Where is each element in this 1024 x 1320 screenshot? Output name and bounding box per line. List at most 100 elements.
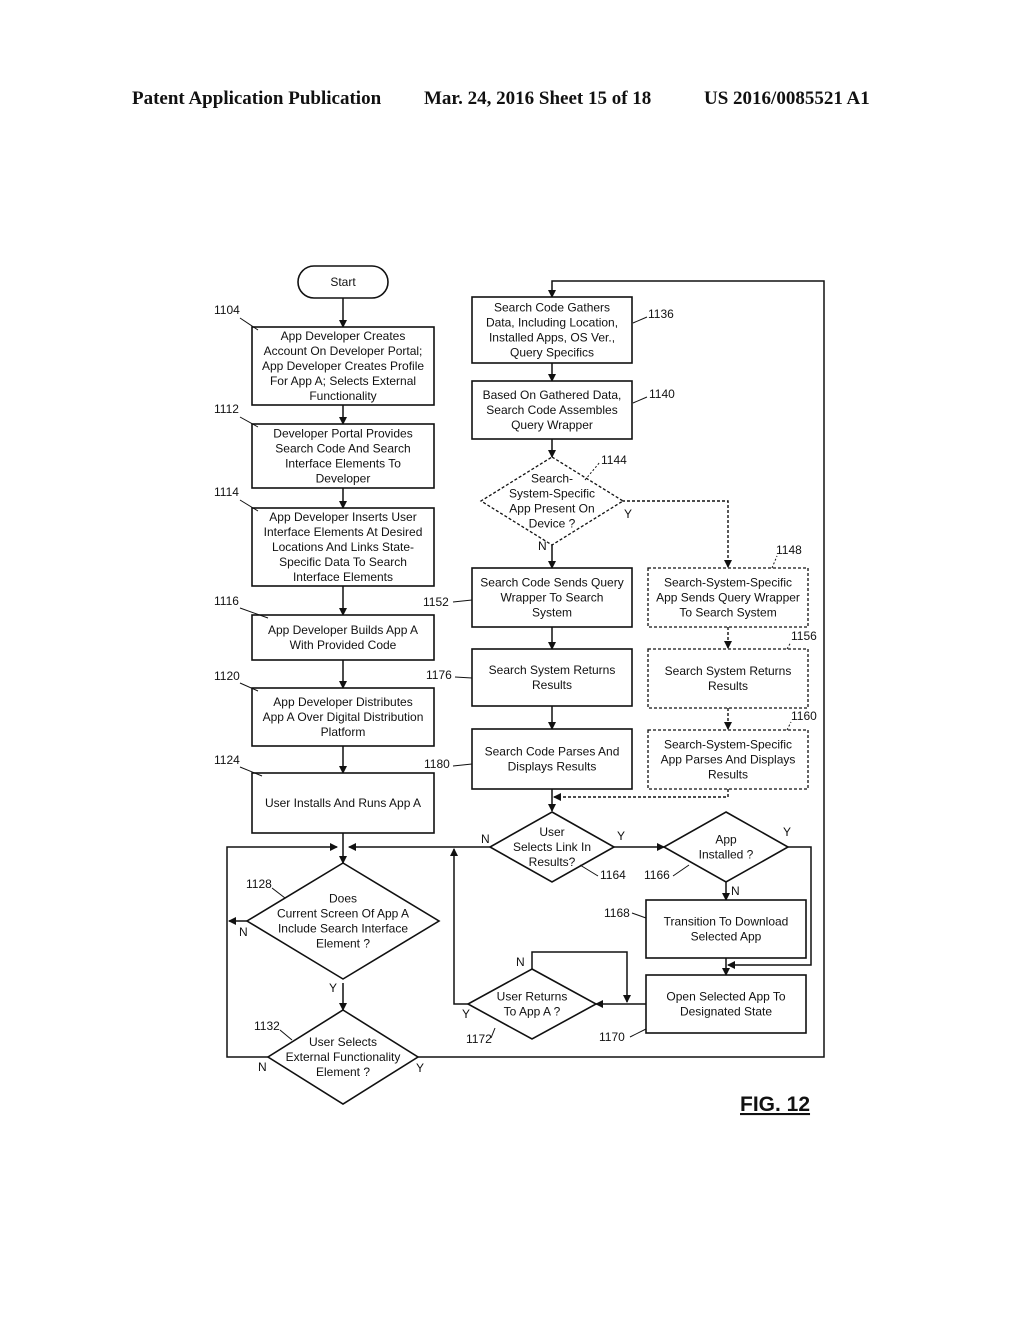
node-text-line: Start	[330, 275, 356, 289]
label-1164-no: N	[481, 832, 490, 846]
node-text-line: Specific Data To Search	[279, 555, 407, 569]
node-text-line: Wrapper To Search	[501, 591, 604, 605]
leader-line	[279, 1029, 293, 1041]
node-text-line: Results	[708, 768, 748, 782]
reference-numeral: 1124	[214, 753, 240, 767]
label-1172-yes: Y	[462, 1007, 470, 1021]
node-text-line: Developer Portal Provides	[273, 427, 412, 441]
leader-line	[629, 1028, 647, 1038]
node-text-line: Transition To Download	[664, 915, 789, 929]
node-1120: App Developer DistributesApp A Over Digi…	[214, 669, 435, 747]
reference-numeral: 1144	[601, 453, 627, 467]
node-text-line: Search System Returns	[489, 663, 616, 677]
leader-line	[786, 641, 792, 650]
node-1128: DoesCurrent Screen Of App AInclude Searc…	[245, 862, 441, 980]
leader-line	[239, 317, 259, 331]
node-text-line: Interface Elements At Desired	[264, 525, 423, 539]
label-1128-yes: Y	[329, 981, 337, 995]
node-text-line: Search Code Sends Query	[480, 576, 623, 590]
leader-line	[632, 316, 648, 324]
nodes: Start App Developer CreatesAccount On Dev…	[214, 265, 817, 1105]
node-1164: UserSelects Link InResults? 1164	[488, 811, 626, 883]
reference-numeral: 1170	[599, 1030, 625, 1044]
node-text-line: App Present On	[509, 502, 594, 516]
node-text-line: To Search System	[679, 606, 776, 620]
node-1124: User Installs And Runs App A 1124	[214, 753, 435, 834]
label-1166-yes: Y	[783, 825, 791, 839]
node-text-line: App Developer Creates Profile	[262, 359, 424, 373]
label-1132-no: N	[258, 1060, 267, 1074]
node-text-line: Search System Returns	[665, 664, 792, 678]
node-text-line: Element ?	[316, 937, 370, 951]
node-text-line: Results	[532, 678, 572, 692]
node-text-line: Developer	[316, 472, 371, 486]
label-1172-no: N	[516, 955, 525, 969]
node-text-line: To App A ?	[504, 1005, 561, 1019]
node-text-line: Search Code Gathers	[494, 301, 610, 315]
node-1112: Developer Portal ProvidesSearch Code And…	[214, 402, 435, 489]
node-text-line: App Developer Creates	[281, 329, 406, 343]
node-text-line: System-Specific	[509, 487, 595, 501]
reference-numeral: 1148	[776, 543, 802, 557]
node-text-line: App Developer Inserts User	[269, 510, 416, 524]
node-1172: User ReturnsTo App A ? 1172	[466, 968, 598, 1046]
node-text-line: User Installs And Runs App A	[265, 796, 421, 810]
leader-line	[771, 555, 778, 569]
figure-label: FIG. 12	[740, 1093, 810, 1116]
node-text-line: App A Over Digital Distribution	[263, 710, 424, 724]
reference-numeral: 1116	[214, 594, 239, 608]
node-text-line: User	[539, 825, 564, 839]
node-text-line: Search Code And Search	[275, 442, 410, 456]
node-text-line: Installed ?	[699, 848, 754, 862]
reference-numeral: 1152	[423, 595, 449, 609]
node-text-line: Search-System-Specific	[664, 738, 792, 752]
node-text-line: User Returns	[497, 990, 568, 1004]
node-1156: Search System ReturnsResults 1156	[647, 629, 817, 709]
label-1132-yes: Y	[416, 1061, 424, 1075]
leader-line	[271, 887, 286, 899]
reference-numeral: 1164	[600, 868, 626, 882]
reference-numeral: 1180	[424, 757, 450, 771]
node-text-line: Locations And Links State-	[272, 540, 414, 554]
node-text-line: Results?	[529, 855, 576, 869]
reference-numeral: 1160	[791, 709, 817, 723]
node-text-line: Functionality	[309, 389, 376, 403]
label-1166-no: N	[731, 884, 740, 898]
node-text-line: For App A; Selects External	[270, 374, 416, 388]
label-1128-no: N	[239, 925, 248, 939]
reference-numeral: 1114	[214, 485, 239, 499]
node-1144: Search-System-SpecificApp Present OnDevi…	[479, 453, 627, 546]
leader-line	[239, 682, 259, 692]
node-1166: AppInstalled ? 1166	[644, 811, 790, 883]
node-text-line: Device ?	[529, 517, 576, 531]
reference-numeral: 1176	[426, 668, 452, 682]
leader-line	[631, 912, 647, 919]
arrow-1172-yes	[450, 848, 468, 1005]
node-text-line: Open Selected App To	[666, 990, 786, 1004]
node-text-line: Results	[708, 679, 748, 693]
reference-numeral: 1136	[648, 307, 674, 321]
reference-numeral: 1120	[214, 669, 240, 683]
node-text-line: Designated State	[680, 1005, 772, 1019]
leader-line	[579, 864, 599, 877]
node-text-line: System	[532, 606, 572, 620]
reference-numeral: 1132	[254, 1019, 280, 1033]
node-text-line: App	[715, 833, 737, 847]
node-text-line: Query Wrapper	[511, 418, 593, 432]
reference-numeral: 1168	[604, 906, 630, 920]
node-text-line: Query Specifics	[510, 346, 594, 360]
reference-numeral: 1140	[649, 387, 675, 401]
node-text-line: Current Screen Of App A	[277, 907, 409, 921]
node-text-line: App Sends Query Wrapper	[656, 591, 800, 605]
node-1180: Search Code Parses AndDisplays Results 11…	[424, 728, 633, 790]
node-1104: App Developer CreatesAccount On Develope…	[214, 303, 435, 406]
leader-line	[239, 499, 259, 512]
label-1164-yes: Y	[617, 829, 625, 843]
node-text-line: App Developer Distributes	[273, 695, 412, 709]
node-1116: App Developer Builds App AWith Provided …	[214, 594, 435, 661]
node-text-line: Data, Including Location,	[486, 316, 618, 330]
node-text-line: App Parses And Displays	[661, 753, 796, 767]
node-text-line: Search-System-Specific	[664, 576, 792, 590]
node-text-line: Include Search Interface	[278, 922, 408, 936]
node-text-line: Selected App	[691, 930, 762, 944]
